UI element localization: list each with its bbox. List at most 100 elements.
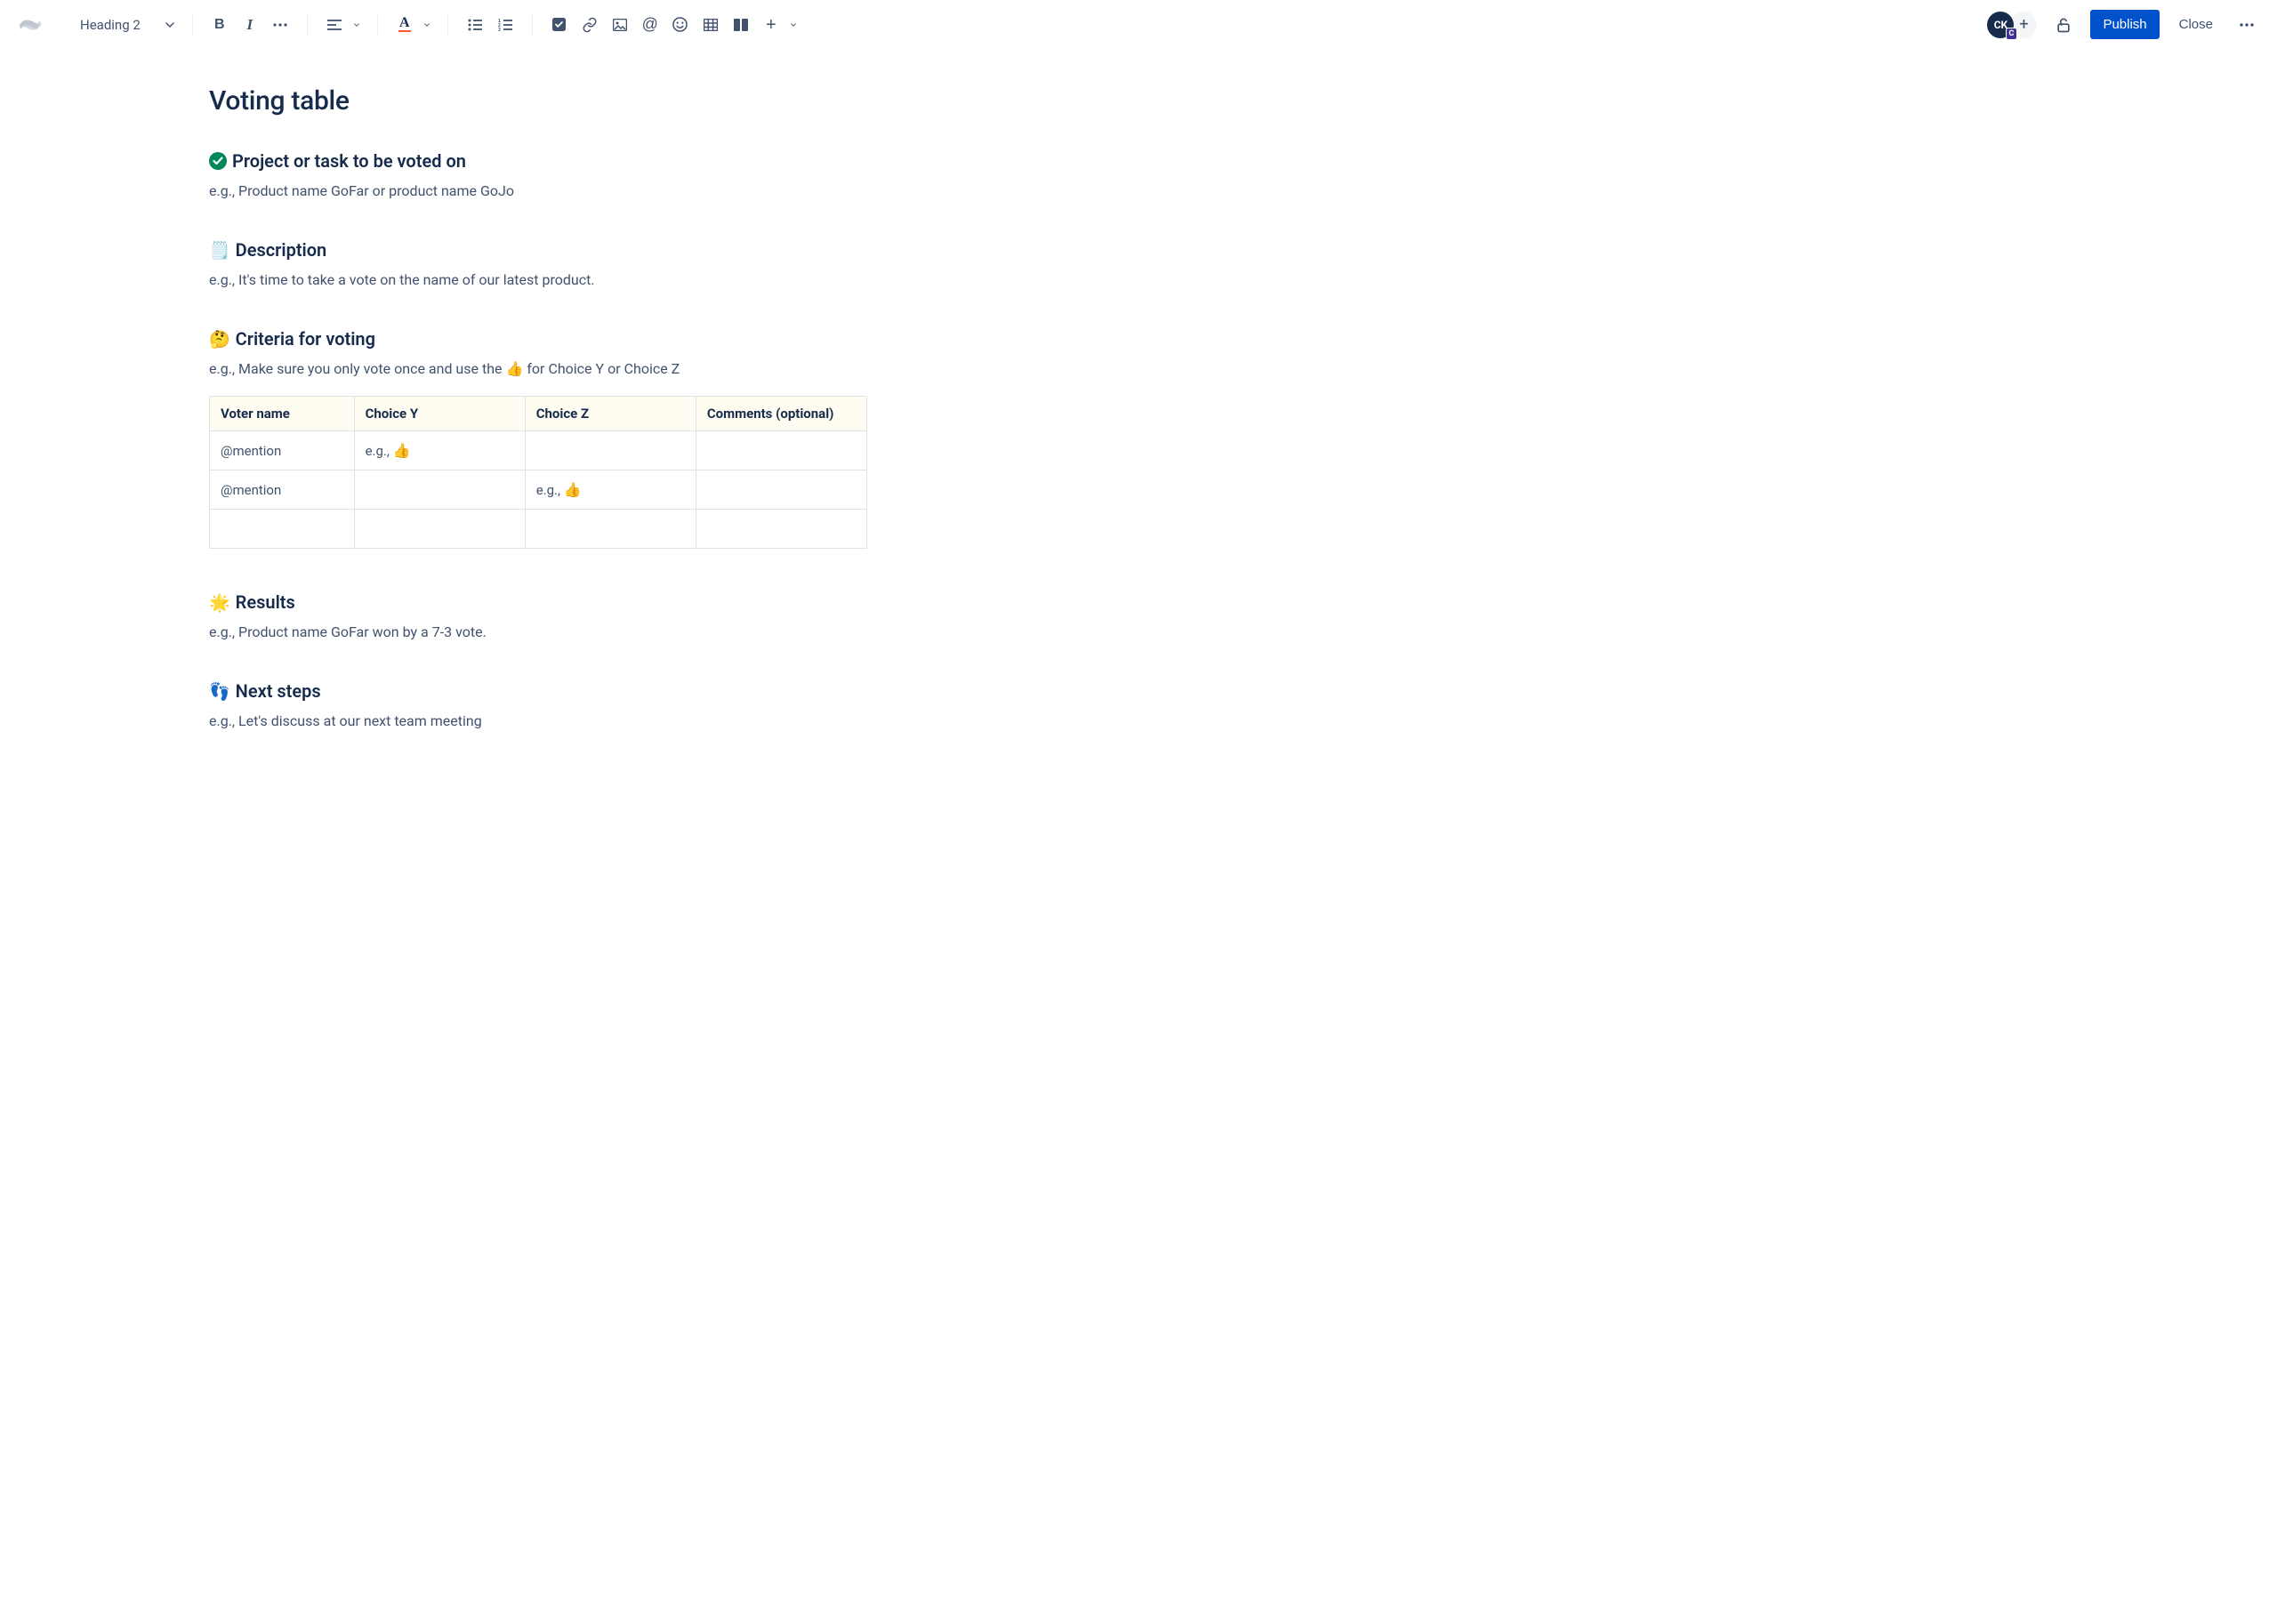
footprints-icon: 👣 <box>209 683 230 700</box>
table-cell[interactable]: e.g., 👍 <box>525 470 696 510</box>
section-heading-description[interactable]: 🗒️ Description <box>209 239 867 261</box>
table-row[interactable]: @mention e.g., 👍 <box>210 470 867 510</box>
bullet-list-button[interactable] <box>461 11 489 39</box>
toolbar-separator <box>307 13 308 36</box>
list-group: 123 <box>461 11 519 39</box>
align-button[interactable] <box>320 11 349 39</box>
image-button[interactable] <box>606 11 634 39</box>
section-body-criteria[interactable]: e.g., Make sure you only vote once and u… <box>209 358 867 380</box>
heading-selector-label: Heading 2 <box>80 17 141 33</box>
more-format-button[interactable] <box>266 11 294 39</box>
section-heading-criteria[interactable]: 🤔 Criteria for voting <box>209 328 867 350</box>
svg-text:3: 3 <box>498 28 501 31</box>
table-cell[interactable] <box>354 510 525 549</box>
table-header-row: Voter name Choice Y Choice Z Comments (o… <box>210 397 867 431</box>
section-heading-results[interactable]: 🌟 Results <box>209 591 867 613</box>
table-icon <box>704 19 718 31</box>
section-heading-text: Next steps <box>236 680 321 702</box>
action-item-button[interactable] <box>545 11 574 39</box>
table-header[interactable]: Voter name <box>210 397 355 431</box>
dots-icon <box>273 23 287 27</box>
insert-more-button[interactable]: + <box>757 11 785 39</box>
table-cell[interactable]: @mention <box>210 470 355 510</box>
table-row[interactable] <box>210 510 867 549</box>
insert-more-dropdown[interactable]: + <box>757 11 801 39</box>
layouts-button[interactable] <box>727 11 755 39</box>
table-cell[interactable] <box>525 431 696 470</box>
italic-button[interactable]: I <box>236 11 264 39</box>
presence-avatars: CK C + <box>1987 12 2037 38</box>
page-title[interactable]: Voting table <box>209 85 867 117</box>
text-format-group: B I <box>205 11 294 39</box>
editor-toolbar: Heading 2 B I A 123 <box>0 0 2277 50</box>
star-icon: 🌟 <box>209 594 230 611</box>
text-color-button[interactable]: A <box>390 11 419 39</box>
table-header[interactable]: Choice Z <box>525 397 696 431</box>
table-cell[interactable]: @mention <box>210 431 355 470</box>
chevron-down-icon <box>354 20 359 29</box>
avatar[interactable]: CK C <box>1987 12 2014 38</box>
numbered-list-button[interactable]: 123 <box>491 11 519 39</box>
insert-more-toggle[interactable] <box>785 11 801 39</box>
chevron-down-icon <box>791 20 796 29</box>
table-cell[interactable] <box>525 510 696 549</box>
close-button[interactable]: Close <box>2170 10 2222 39</box>
bold-button[interactable]: B <box>205 11 234 39</box>
chevron-down-icon <box>165 20 174 29</box>
thinking-face-icon: 🤔 <box>209 331 230 348</box>
dots-icon <box>2239 23 2255 27</box>
toolbar-separator <box>377 13 378 36</box>
toolbar-right: CK C + Publish Close <box>1987 9 2261 41</box>
text-color-dropdown-toggle[interactable] <box>419 11 435 39</box>
section-body-description[interactable]: e.g., It's time to take a vote on the na… <box>209 269 867 291</box>
image-icon <box>613 19 627 31</box>
section-heading-next-steps[interactable]: 👣 Next steps <box>209 680 867 702</box>
numbered-list-icon: 123 <box>498 19 512 31</box>
table-row[interactable]: @mention e.g., 👍 <box>210 431 867 470</box>
thumbs-up-icon: 👍 <box>564 481 582 498</box>
unlocked-icon <box>2055 16 2072 34</box>
thumbs-up-icon: 👍 <box>505 360 523 377</box>
checkbox-icon <box>552 18 566 31</box>
table-cell[interactable] <box>354 470 525 510</box>
layouts-icon <box>734 19 748 31</box>
emoji-button[interactable] <box>666 11 695 39</box>
bullet-list-icon <box>468 19 482 31</box>
section-heading-text: Project or task to be voted on <box>232 150 466 172</box>
align-left-icon <box>327 20 342 30</box>
toolbar-separator <box>532 13 533 36</box>
mention-button[interactable]: @ <box>636 11 664 39</box>
table-cell[interactable] <box>210 510 355 549</box>
table-cell[interactable] <box>696 470 866 510</box>
table-button[interactable] <box>696 11 725 39</box>
link-button[interactable] <box>575 11 604 39</box>
alignment-dropdown[interactable] <box>320 11 365 39</box>
restrictions-button[interactable] <box>2048 9 2080 41</box>
chevron-down-icon <box>424 20 430 29</box>
section-heading-text: Criteria for voting <box>236 328 375 350</box>
emoji-icon <box>672 17 688 32</box>
toolbar-separator <box>447 13 448 36</box>
more-actions-button[interactable] <box>2233 11 2261 39</box>
heading-selector[interactable]: Heading 2 <box>71 12 180 38</box>
toolbar-separator <box>192 13 193 36</box>
table-header[interactable]: Choice Y <box>354 397 525 431</box>
section-body-project[interactable]: e.g., Product name GoFar or product name… <box>209 181 867 202</box>
section-heading-text: Description <box>236 239 327 261</box>
section-body-results[interactable]: e.g., Product name GoFar won by a 7-3 vo… <box>209 622 867 643</box>
table-cell[interactable] <box>696 431 866 470</box>
text-color-dropdown[interactable]: A <box>390 11 435 39</box>
document-body[interactable]: Voting table Project or task to be voted… <box>200 85 876 732</box>
voting-table[interactable]: Voter name Choice Y Choice Z Comments (o… <box>209 396 867 549</box>
insert-group: @ + <box>545 11 801 39</box>
section-body-next-steps[interactable]: e.g., Let's discuss at our next team mee… <box>209 711 867 732</box>
table-header[interactable]: Comments (optional) <box>696 397 866 431</box>
align-dropdown-toggle[interactable] <box>349 11 365 39</box>
table-cell[interactable] <box>696 510 866 549</box>
table-cell[interactable]: e.g., 👍 <box>354 431 525 470</box>
section-heading-project[interactable]: Project or task to be voted on <box>209 150 867 172</box>
avatar-badge: C <box>2006 28 2018 40</box>
notepad-icon: 🗒️ <box>209 242 230 259</box>
check-circle-icon <box>209 152 227 170</box>
publish-button[interactable]: Publish <box>2090 10 2159 39</box>
